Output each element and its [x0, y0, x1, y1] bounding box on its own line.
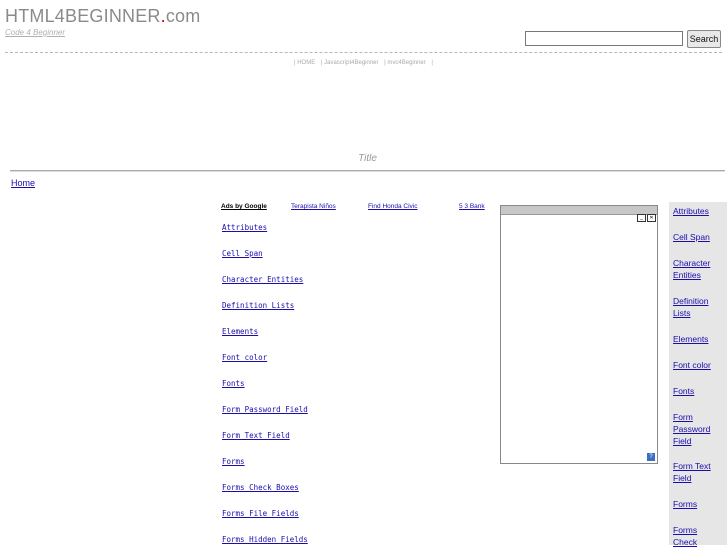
- main-link-font-color[interactable]: Font color: [222, 353, 267, 362]
- main-link-forms-check-boxes[interactable]: Forms Check Boxes: [222, 483, 299, 492]
- main-link-form-password-field[interactable]: Form Password Field: [222, 405, 308, 414]
- help-icon[interactable]: ?: [647, 453, 655, 461]
- main-link-fonts[interactable]: Fonts: [222, 379, 245, 388]
- main-link-attributes[interactable]: Attributes: [222, 223, 267, 232]
- search-input[interactable]: [525, 31, 683, 46]
- side-link-cell-span[interactable]: Cell Span: [673, 231, 723, 243]
- ad-frame[interactable]: _ ✕ ?: [500, 205, 658, 464]
- side-link-forms-check[interactable]: Forms Check: [673, 524, 723, 548]
- minimize-icon[interactable]: _: [637, 214, 646, 222]
- nav-home[interactable]: | HOME: [294, 60, 315, 66]
- main-link-form-text-field[interactable]: Form Text Field: [222, 431, 290, 440]
- main-link-character-entities[interactable]: Character Entities: [222, 275, 303, 284]
- side-link-definition-lists[interactable]: Definition Lists: [673, 295, 723, 319]
- logo-text: HTML4BEGINNER: [5, 6, 161, 26]
- main-link-forms[interactable]: Forms: [222, 457, 245, 466]
- side-link-form-text-field[interactable]: Form Text Field: [673, 460, 723, 484]
- ad-link-1[interactable]: Terapista Niños: [291, 203, 336, 210]
- main-link-cell-span[interactable]: Cell Span: [222, 249, 263, 258]
- side-link-fonts[interactable]: Fonts: [673, 385, 723, 397]
- search-button[interactable]: Search: [687, 30, 721, 48]
- right-sidebar: [669, 202, 727, 545]
- side-link-character-entities[interactable]: Character Entities: [673, 257, 723, 281]
- ads-bar: Ads by Google Terapista Niños Find Honda…: [219, 202, 499, 212]
- nav-mvc4beginner[interactable]: | mvc4Beginner: [384, 60, 426, 66]
- main-link-forms-hidden-fields[interactable]: Forms Hidden Fields: [222, 535, 308, 544]
- side-link-font-color[interactable]: Font color: [673, 359, 723, 371]
- main-link-definition-lists[interactable]: Definition Lists: [222, 301, 294, 310]
- side-link-elements[interactable]: Elements: [673, 333, 723, 345]
- site-tagline[interactable]: Code 4 Beginner: [5, 28, 65, 37]
- ad-link-3[interactable]: 5 3 Bank: [459, 203, 485, 210]
- top-nav: | HOME | Javascript4Beginner | mvc4Begin…: [0, 60, 727, 66]
- main-link-forms-file-fields[interactable]: Forms File Fields: [222, 509, 299, 518]
- breadcrumb-home[interactable]: Home: [11, 178, 35, 188]
- ads-label[interactable]: Ads by Google: [221, 203, 267, 210]
- ad-link-2[interactable]: Find Honda Civic: [368, 203, 418, 210]
- nav-separator: |: [431, 60, 433, 66]
- nav-javascript4beginner[interactable]: | Javascript4Beginner: [321, 60, 379, 66]
- main-link-elements[interactable]: Elements: [222, 327, 258, 336]
- header-divider: [5, 52, 722, 53]
- side-link-attributes[interactable]: Attributes: [673, 205, 723, 217]
- side-link-forms[interactable]: Forms: [673, 498, 723, 510]
- close-icon[interactable]: ✕: [647, 214, 656, 222]
- page-title: Title: [358, 153, 377, 164]
- side-link-form-password-field[interactable]: Form Password Field: [673, 411, 723, 447]
- site-logo[interactable]: HTML4BEGINNER.com: [5, 6, 200, 27]
- logo-tld: com: [165, 6, 201, 26]
- ad-frame-titlebar: _ ✕: [501, 206, 657, 222]
- title-divider: [10, 170, 725, 172]
